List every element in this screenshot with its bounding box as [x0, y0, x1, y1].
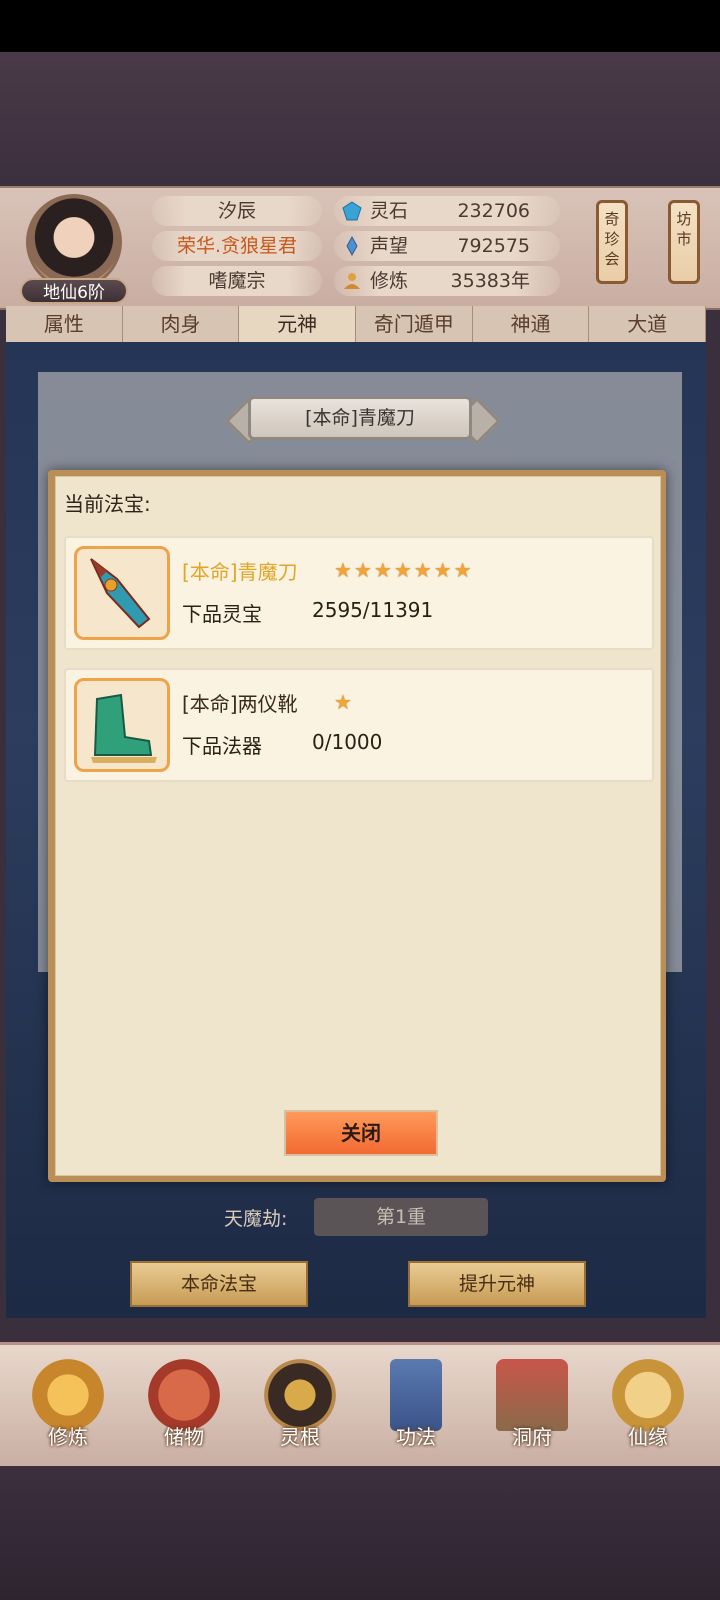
item-name: [本命]青魔刀: [182, 560, 298, 584]
status-bar: [0, 0, 720, 52]
dialog-heading: 当前法宝:: [64, 492, 151, 516]
item-icon-frame: [74, 546, 170, 640]
item-grade: 下品法器: [182, 734, 262, 758]
avatar-block[interactable]: 地仙6阶: [20, 194, 128, 304]
benming-treasure-button[interactable]: 本命法宝: [130, 1261, 308, 1307]
nav-cave-dwelling[interactable]: 洞府: [484, 1359, 580, 1463]
market-lantern[interactable]: 坊 市: [668, 200, 700, 284]
realm-rank-badge: 地仙6阶: [20, 278, 128, 304]
nav-label: 洞府: [512, 1425, 552, 1449]
lantern-label: 奇 珍 会: [604, 210, 620, 268]
star-icon: ★: [373, 558, 392, 582]
prestige-icon: [346, 236, 358, 256]
bottom-nav: 修炼 储物 灵根 功法 洞府 仙缘: [0, 1342, 720, 1469]
lantern-label: 坊 市: [676, 210, 692, 248]
player-sect: 嗜魔宗: [152, 266, 322, 296]
tianmojie-value: 第1重: [314, 1198, 488, 1236]
avatar[interactable]: [26, 194, 122, 290]
bottom-background: [0, 1466, 720, 1600]
item-name: [本命]两仪靴: [182, 692, 298, 716]
cultivation-icon: [344, 273, 360, 289]
item-progress: 0/1000: [312, 730, 383, 754]
resource-label: 灵石: [370, 200, 409, 222]
star-icon: ★: [334, 690, 352, 714]
nav-cultivate[interactable]: 修炼: [20, 1359, 116, 1463]
nav-label: 修炼: [48, 1425, 88, 1449]
treasure-title-banner: [本命]青魔刀: [248, 396, 472, 440]
treasure-fair-lantern[interactable]: 奇 珍 会: [596, 200, 628, 284]
star-icon: ★: [433, 558, 452, 582]
tab-divine-arts[interactable]: 神通: [473, 306, 590, 342]
player-header: 地仙6阶 汐辰 荣华.贪狼星君 嗜魔宗 灵石 232706 声望 792575 …: [0, 186, 720, 310]
star-icon: ★: [353, 558, 372, 582]
blade-icon: [90, 558, 151, 629]
close-button[interactable]: 关闭: [284, 1110, 438, 1156]
nav-immortal-fate[interactable]: 仙缘: [600, 1359, 696, 1463]
tab-primordial-spirit[interactable]: 元神: [239, 306, 357, 342]
resource-label: 声望: [370, 235, 409, 257]
nav-technique[interactable]: 功法: [368, 1359, 464, 1463]
tab-attributes[interactable]: 属性: [6, 306, 123, 342]
tab-qimen-dunjia[interactable]: 奇门遁甲: [356, 306, 473, 342]
tab-great-dao[interactable]: 大道: [589, 306, 707, 342]
item-grade: 下品灵宝: [182, 602, 262, 626]
resource-prestige: 声望 792575: [334, 231, 560, 261]
boots-icon: [91, 693, 157, 763]
nav-label: 仙缘: [628, 1425, 668, 1449]
item-stars: ★: [334, 692, 352, 712]
tianmojie-label: 天魔劫:: [224, 1208, 288, 1230]
star-icon: ★: [413, 558, 432, 582]
tab-bar: 属性 肉身 元神 奇门遁甲 神通 大道: [6, 306, 707, 344]
resource-value: 232706: [457, 200, 530, 222]
player-name: 汐辰: [152, 196, 322, 226]
top-background: [0, 52, 720, 186]
resource-value: 35383年: [450, 270, 530, 292]
resource-spirit-stone: 灵石 232706: [334, 196, 560, 226]
star-icon: ★: [393, 558, 412, 582]
treasure-item-card[interactable]: [本命]两仪靴 ★ 下品法器 0/1000: [64, 668, 654, 782]
nav-spirit-root[interactable]: 灵根: [252, 1359, 348, 1463]
resource-value: 792575: [457, 235, 530, 257]
nav-label: 功法: [396, 1425, 436, 1449]
player-title: 荣华.贪狼星君: [152, 231, 322, 261]
star-icon: ★: [453, 558, 472, 582]
item-progress: 2595/11391: [312, 598, 434, 622]
nav-storage[interactable]: 储物: [136, 1359, 232, 1463]
resource-cultivation: 修炼 35383年: [334, 266, 560, 296]
upgrade-spirit-button[interactable]: 提升元神: [408, 1261, 586, 1307]
star-icon: ★: [334, 558, 352, 582]
resource-label: 修炼: [370, 270, 409, 292]
item-stars: ★ ★ ★ ★ ★ ★ ★: [334, 560, 472, 580]
nav-label: 储物: [164, 1425, 204, 1449]
tab-body[interactable]: 肉身: [123, 306, 240, 342]
nav-label: 灵根: [280, 1425, 320, 1449]
treasure-item-card[interactable]: [本命]青魔刀 ★ ★ ★ ★ ★ ★ ★ 下品灵宝 2595/11391: [64, 536, 654, 650]
spirit-stone-icon: [342, 201, 362, 221]
item-icon-frame: [74, 678, 170, 772]
